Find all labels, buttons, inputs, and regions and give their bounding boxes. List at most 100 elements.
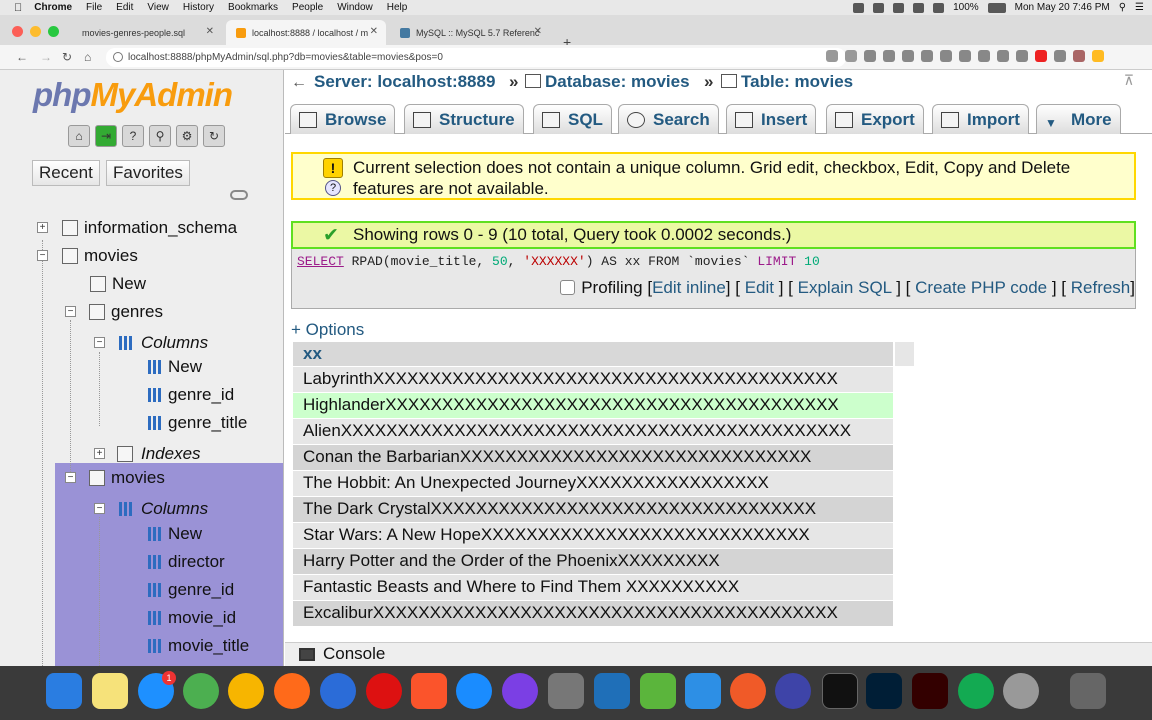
app-icon[interactable]: [775, 673, 811, 709]
extension-icon[interactable]: [940, 50, 952, 62]
trash-icon[interactable]: [1070, 673, 1106, 709]
notification-center-icon[interactable]: ☰: [1135, 2, 1144, 13]
breadcrumb-server[interactable]: Server: localhost:8889: [314, 72, 495, 92]
battery-icon[interactable]: [987, 2, 1006, 13]
sql-query[interactable]: SELECT RPAD(movie_title, 50, 'XXXXXX') A…: [297, 254, 820, 269]
pinterest-icon[interactable]: [1035, 50, 1047, 62]
extension-icon[interactable]: [1016, 50, 1028, 62]
postman-icon[interactable]: [730, 673, 766, 709]
finder-icon[interactable]: [46, 673, 82, 709]
close-tab-icon[interactable]: ✕: [534, 26, 542, 37]
chrome-canary-icon[interactable]: [228, 673, 264, 709]
photoshop-icon[interactable]: [866, 673, 902, 709]
tab-search[interactable]: Search: [618, 104, 719, 134]
tree-column-director[interactable]: director: [0, 549, 283, 575]
extension-icon[interactable]: [959, 50, 971, 62]
status-icon[interactable]: [853, 2, 865, 13]
browser-tab-active[interactable]: localhost:8888 / localhost / m ✕: [226, 20, 386, 45]
address-bar[interactable]: localhost:8888/phpMyAdmin/sql.php?db=mov…: [106, 48, 846, 67]
app-icon[interactable]: [548, 673, 584, 709]
tree-column-movie-title[interactable]: movie_title: [0, 633, 283, 659]
info-icon[interactable]: [113, 52, 123, 62]
extension-icon[interactable]: [1054, 50, 1066, 62]
explain-sql-link[interactable]: Explain SQL: [798, 278, 892, 297]
extension-icon[interactable]: [921, 50, 933, 62]
forward-icon[interactable]: →: [40, 50, 52, 64]
menu-people[interactable]: People: [292, 2, 323, 13]
tree-db-movies[interactable]: − movies: [0, 243, 283, 269]
sql-keyword[interactable]: SELECT: [297, 254, 344, 269]
brave-icon[interactable]: [411, 673, 447, 709]
tree-column-genre-id[interactable]: genre_id: [0, 382, 283, 408]
bookmark-star-icon[interactable]: [845, 50, 857, 62]
menu-file[interactable]: File: [86, 2, 102, 13]
favorite-tables-button[interactable]: Favorites: [106, 160, 190, 186]
options-toggle[interactable]: + Options: [291, 320, 364, 340]
apple-icon[interactable]: : [14, 2, 22, 14]
console-bar[interactable]: Console: [285, 642, 1152, 666]
help-icon[interactable]: ?: [325, 180, 341, 196]
zoom-icon[interactable]: [826, 50, 838, 62]
menu-window[interactable]: Window: [337, 2, 373, 13]
tree-table-movies[interactable]: − movies: [0, 465, 283, 491]
close-tab-icon[interactable]: ✕: [206, 26, 214, 37]
table-row[interactable]: Fantastic Beasts and Where to Find Them …: [293, 573, 893, 600]
table-row[interactable]: HighlanderXXXXXXXXXXXXXXXXXXXXXXXXXXXXXX…: [293, 391, 893, 418]
exit-icon[interactable]: ⇥: [95, 125, 117, 147]
menu-edit[interactable]: Edit: [116, 2, 133, 13]
menu-history[interactable]: History: [183, 2, 214, 13]
breadcrumb-database[interactable]: Database: movies: [525, 72, 690, 92]
status-icon[interactable]: [873, 2, 885, 13]
wifi-icon[interactable]: [913, 2, 925, 13]
chrome-icon[interactable]: [183, 673, 219, 709]
spotlight-icon[interactable]: ⚲: [1119, 2, 1126, 13]
tree-new-table[interactable]: New: [0, 271, 283, 297]
breadcrumb-table[interactable]: Table: movies: [721, 72, 853, 92]
reload-icon[interactable]: ↻: [62, 50, 72, 64]
collapse-icon[interactable]: −: [37, 250, 48, 261]
extension-icon[interactable]: [902, 50, 914, 62]
terminal-icon[interactable]: [822, 673, 858, 709]
reload-icon[interactable]: ↻: [203, 125, 225, 147]
minimize-window-button[interactable]: [30, 26, 41, 37]
browser-tab[interactable]: movies-genres-people.sql ✕: [72, 20, 222, 45]
table-row[interactable]: Star Wars: A New HopeXXXXXXXXXXXXXXXXXXX…: [293, 521, 893, 548]
sql-docs-icon[interactable]: ⚲: [149, 125, 171, 147]
table-row[interactable]: The Hobbit: An Unexpected JourneyXXXXXXX…: [293, 469, 893, 496]
expand-icon[interactable]: +: [94, 448, 105, 459]
close-tab-icon[interactable]: ✕: [370, 26, 378, 37]
opera-icon[interactable]: [366, 673, 402, 709]
xcode-icon[interactable]: [685, 673, 721, 709]
create-php-code-link[interactable]: Create PHP code: [915, 278, 1047, 297]
browser-tab[interactable]: MySQL :: MySQL 5.7 Referenc ✕: [390, 20, 550, 45]
table-row[interactable]: ExcaliburXXXXXXXXXXXXXXXXXXXXXXXXXXXXXXX…: [293, 599, 893, 626]
close-window-button[interactable]: [12, 26, 23, 37]
menu-help[interactable]: Help: [387, 2, 408, 13]
tab-structure[interactable]: Structure: [404, 104, 524, 134]
extension-icon[interactable]: [997, 50, 1009, 62]
dropbox-icon[interactable]: [893, 2, 905, 13]
edit-inline-link[interactable]: Edit inline: [652, 278, 726, 297]
home-icon[interactable]: ⌂: [84, 50, 91, 64]
app-icon[interactable]: [1003, 673, 1039, 709]
tree-genres-indexes[interactable]: + Indexes: [0, 441, 283, 467]
help-icon[interactable]: ?: [122, 125, 144, 147]
tab-browse[interactable]: Browse: [290, 104, 396, 134]
tree-genres-new-column[interactable]: New: [0, 354, 283, 380]
tab-export[interactable]: Export: [826, 104, 924, 134]
expand-icon[interactable]: +: [37, 222, 48, 233]
tree-column-movie-id[interactable]: movie_id: [0, 605, 283, 631]
tab-import[interactable]: Import: [932, 104, 1029, 134]
collapse-sidebar-icon[interactable]: ←: [291, 74, 307, 92]
profile-avatar[interactable]: [1073, 50, 1085, 62]
table-row[interactable]: Conan the BarbarianXXXXXXXXXXXXXXXXXXXXX…: [293, 443, 893, 470]
vscode-icon[interactable]: [594, 673, 630, 709]
menu-app-name[interactable]: Chrome: [34, 2, 72, 13]
tree-db-information-schema[interactable]: + information_schema: [0, 215, 283, 241]
tree-movies-new-column[interactable]: New: [0, 521, 283, 547]
settings-icon[interactable]: ⚙: [176, 125, 198, 147]
tree-movies-columns[interactable]: − Columns: [0, 496, 283, 522]
extension-icon[interactable]: [978, 50, 990, 62]
firefox-dev-icon[interactable]: [320, 673, 356, 709]
illustrator-icon[interactable]: [912, 673, 948, 709]
